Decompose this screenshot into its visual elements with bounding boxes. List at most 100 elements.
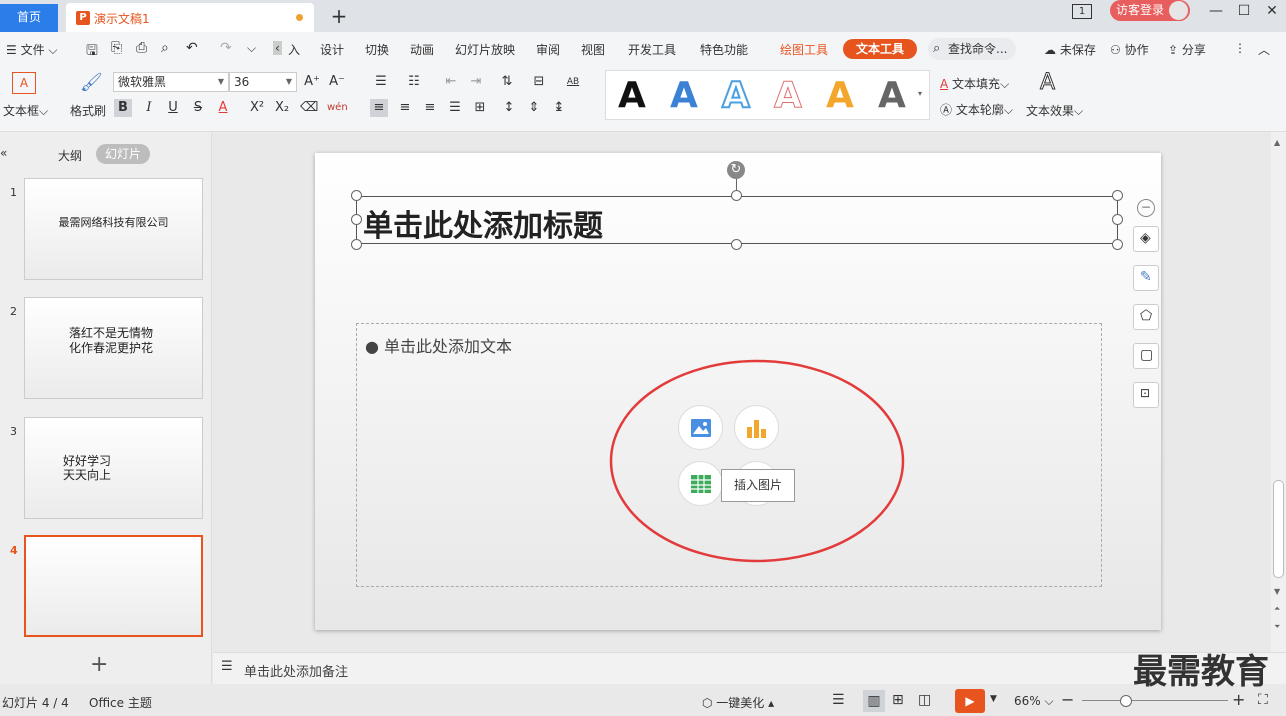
page-count-badge[interactable]: 1	[1072, 4, 1092, 19]
tab-document[interactable]: P 演示文稿1	[66, 3, 314, 32]
notes-pane[interactable]: ☰ 单击此处添加备注	[213, 652, 1286, 684]
slide-thumbnail-2[interactable]: 落红不是无情物 化作春泥更护花	[24, 297, 203, 399]
rotate-handle-icon[interactable]: ↻	[727, 161, 745, 179]
bullet-list-icon[interactable]: ☰	[372, 73, 390, 91]
indent-icon[interactable]: ⇥	[467, 73, 485, 91]
menu-file[interactable]: ☰ 文件 ⌵	[6, 41, 58, 58]
guest-login-button[interactable]: 访客登录	[1110, 0, 1190, 21]
menu-review[interactable]: 审阅	[536, 41, 560, 58]
text-fill-button[interactable]: A 文本填充⌵	[940, 75, 1009, 92]
text-frame-button[interactable]: ⊡	[1133, 382, 1159, 408]
prev-slide-icon[interactable]: ⏶	[1274, 604, 1280, 614]
increase-font-icon[interactable]: A⁺	[303, 73, 321, 91]
decrease-font-icon[interactable]: A⁻	[328, 73, 346, 91]
textbox-button[interactable]: 文本框⌵	[3, 102, 48, 119]
menu-text-tool[interactable]: 文本工具	[843, 39, 917, 59]
preview-icon[interactable]: ⌕	[161, 40, 169, 56]
underline-icon[interactable]: U	[164, 99, 182, 117]
eraser-icon[interactable]: ⌫	[300, 99, 318, 117]
zoom-in-icon[interactable]: +	[1232, 690, 1245, 709]
vertical-scrollbar[interactable]: ▲ ▼ ⏶ ⏷	[1271, 132, 1286, 652]
menu-draw-tool[interactable]: 绘图工具	[780, 41, 828, 58]
font-name-select[interactable]: 微软雅黑 ▼	[113, 72, 229, 92]
new-tab-button[interactable]: +	[330, 4, 348, 28]
outdent-icon[interactable]: ⇤	[442, 73, 460, 91]
print-icon[interactable]: ⎙	[136, 40, 147, 56]
resize-handle[interactable]	[731, 190, 742, 201]
slideshow-options-icon[interactable]: ▼	[990, 694, 997, 704]
more-options-icon[interactable]: ⋮	[1234, 41, 1246, 55]
tab-outline[interactable]: 大纲	[58, 147, 82, 164]
slide-thumbnail-1[interactable]: 最需网络科技有限公司	[24, 178, 203, 280]
menu-animation[interactable]: 动画	[410, 41, 434, 58]
spacing-options-icon[interactable]: ↨	[550, 99, 568, 117]
notes-toggle-icon[interactable]: ☰	[832, 692, 845, 708]
play-slideshow-icon[interactable]: ▶	[955, 689, 985, 713]
next-slide-icon[interactable]: ⏷	[1274, 622, 1280, 632]
normal-view-icon[interactable]: ▥	[863, 690, 885, 712]
italic-icon[interactable]: I	[140, 99, 158, 117]
text-effect-button[interactable]: 文本效果⌵	[1026, 102, 1083, 119]
undo-icon[interactable]: ↶	[186, 40, 198, 56]
justify-icon[interactable]: ☰	[446, 99, 464, 117]
wordart-style-orange[interactable]: A	[826, 77, 854, 115]
menu-developer[interactable]: 开发工具	[628, 41, 676, 58]
quick-access-more-icon[interactable]: ⌵	[247, 41, 256, 56]
text-effect-icon[interactable]: A	[1039, 70, 1055, 96]
wordart-style-gray[interactable]: A	[878, 77, 906, 115]
textbox-icon[interactable]: A	[12, 72, 36, 94]
theme-name[interactable]: Office 主题	[89, 694, 152, 711]
scroll-down-icon[interactable]: ▼	[1274, 587, 1280, 596]
fill-button[interactable]: ⬠	[1133, 304, 1159, 330]
menu-design[interactable]: 设计	[320, 41, 344, 58]
wordart-style-blue[interactable]: A	[670, 77, 698, 115]
slide-thumbnail-3[interactable]: 好好学习 天天向上	[24, 417, 203, 519]
minimize-button[interactable]: —	[1206, 3, 1226, 19]
resize-handle[interactable]	[351, 190, 362, 201]
text-direction-icon[interactable]: AB	[564, 73, 582, 91]
resize-handle[interactable]	[1112, 239, 1123, 250]
bold-icon[interactable]: B	[114, 99, 132, 117]
layers-button[interactable]: ◈	[1133, 226, 1159, 252]
menu-transition[interactable]: 切换	[365, 41, 389, 58]
tab-home[interactable]: 首页	[0, 4, 58, 32]
menu-view[interactable]: 视图	[581, 41, 605, 58]
font-size-select[interactable]: 36 ▼	[229, 72, 297, 92]
zoom-slider-track[interactable]	[1082, 700, 1228, 701]
title-placeholder[interactable]: 单击此处添加标题	[356, 196, 1118, 244]
wordart-style-red-outline[interactable]: A	[774, 76, 803, 115]
scrollbar-thumb[interactable]	[1273, 480, 1284, 578]
format-painter-button[interactable]: 格式刷	[70, 102, 106, 119]
zoom-out-icon[interactable]: −	[1061, 690, 1074, 709]
add-slide-button[interactable]: +	[90, 652, 108, 677]
zoom-slider-thumb[interactable]	[1120, 695, 1132, 707]
sorter-view-icon[interactable]: ⊞	[892, 692, 904, 708]
phonetic-icon[interactable]: wén	[327, 99, 348, 117]
save-icon[interactable]: 🖫	[86, 40, 98, 64]
redo-icon[interactable]: ↷	[220, 40, 232, 56]
beautify-button[interactable]: ⬡ 一键美化 ▴	[702, 694, 774, 711]
paragraph-spacing-icon[interactable]: ⇕	[525, 99, 543, 117]
collapse-panel-icon[interactable]: «	[0, 146, 7, 160]
subscript-icon[interactable]: X₂	[273, 99, 291, 117]
resize-handle[interactable]	[1112, 214, 1123, 225]
strikethrough-icon[interactable]: S	[189, 99, 207, 117]
unsaved-button[interactable]: ☁ 未保存	[1044, 41, 1096, 58]
numbered-list-icon[interactable]: ☷	[405, 73, 423, 91]
line-spacing-icon[interactable]: ↕	[500, 99, 518, 117]
wordart-style-black[interactable]: A	[618, 77, 646, 115]
reading-view-icon[interactable]: ◫	[918, 692, 931, 708]
scroll-left-icon[interactable]: ‹	[273, 41, 282, 55]
collaborate-button[interactable]: ⚇ 协作	[1110, 41, 1149, 58]
collapse-ribbon-icon[interactable]: ︿	[1258, 41, 1270, 58]
border-button[interactable]: ▢	[1133, 343, 1159, 369]
superscript-icon[interactable]: X²	[248, 99, 266, 117]
text-outline-button[interactable]: Ⓐ 文本轮廓⌵	[940, 101, 1013, 118]
export-icon[interactable]: ⎘	[111, 40, 122, 56]
distribute-icon[interactable]: ⊞	[471, 99, 489, 117]
collapse-toolbar-icon[interactable]: −	[1137, 199, 1155, 217]
align-left-icon[interactable]: ≡	[370, 99, 388, 117]
format-painter-icon[interactable]: 🖌	[80, 72, 103, 96]
font-color-icon[interactable]: A	[214, 99, 232, 117]
zoom-level[interactable]: 66% ⌵	[1014, 694, 1054, 709]
